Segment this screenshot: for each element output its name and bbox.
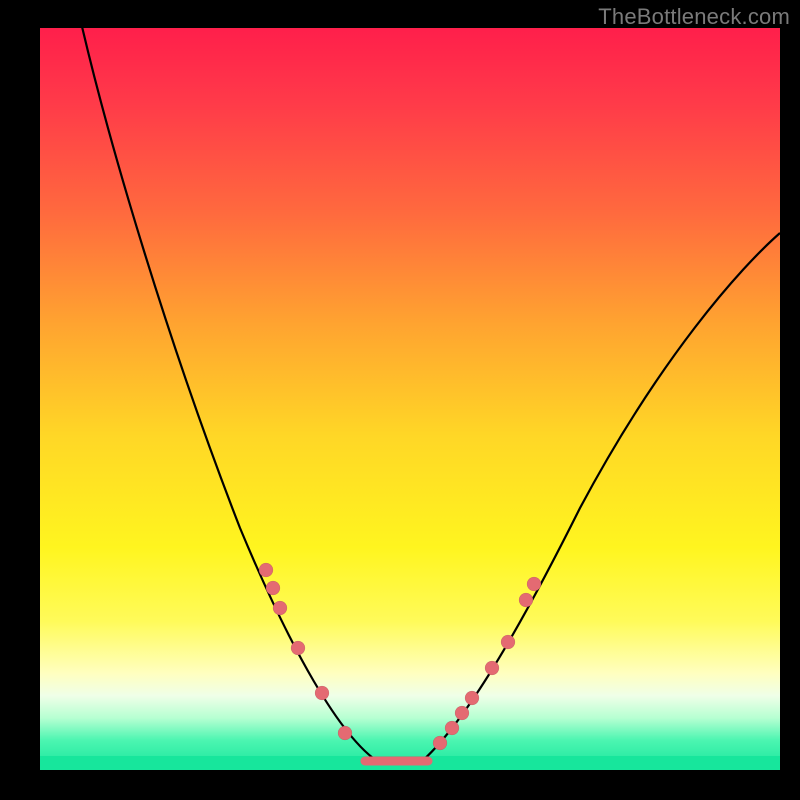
marker-dot [315,686,329,700]
marker-dot [501,635,515,649]
marker-dot [273,601,287,615]
marker-dot [433,736,447,750]
watermark-text: TheBottleneck.com [598,4,790,30]
marker-dot [455,706,469,720]
plot-area [40,28,780,770]
chart-frame: TheBottleneck.com [0,0,800,800]
marker-dot [485,661,499,675]
marker-dot [465,691,479,705]
marker-dot [291,641,305,655]
marker-dot [519,593,533,607]
marker-dot [445,721,459,735]
marker-dot [259,563,273,577]
marker-dot [266,581,280,595]
marker-dot [338,726,352,740]
bottleneck-curve [80,28,780,763]
bottleneck-curve-svg [40,28,780,770]
marker-dot [527,577,541,591]
